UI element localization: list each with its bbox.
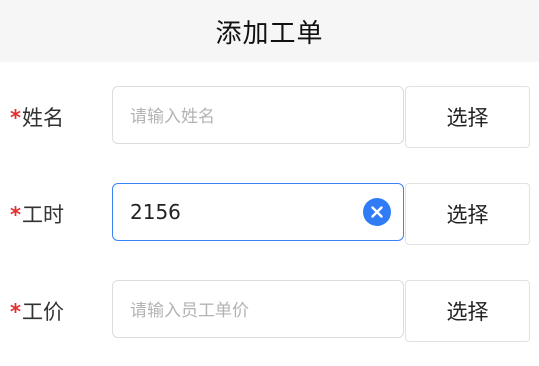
required-mark: * — [10, 300, 21, 324]
name-input[interactable] — [130, 87, 391, 143]
required-mark: * — [10, 106, 21, 130]
name-label-text: 姓名 — [21, 106, 64, 130]
form-row-hours: *工时 选择 — [0, 183, 539, 245]
hours-label: *工时 — [10, 199, 64, 229]
page-title: 添加工单 — [215, 18, 324, 49]
hours-label-text: 工时 — [21, 203, 64, 227]
clear-circle-icon[interactable] — [363, 198, 391, 226]
name-select-button[interactable]: 选择 — [405, 86, 530, 148]
hours-input[interactable] — [130, 184, 363, 240]
price-field-box — [112, 280, 404, 338]
name-field-box — [112, 86, 404, 144]
hours-select-button[interactable]: 选择 — [405, 183, 530, 245]
clear-x-glyph — [371, 206, 383, 218]
page-header: 添加工单 — [0, 0, 539, 62]
form-row-name: *姓名 选择 — [0, 86, 539, 148]
form-row-price: *工价 选择 — [0, 280, 539, 342]
price-label: *工价 — [10, 296, 64, 326]
price-label-text: 工价 — [21, 300, 64, 324]
name-label: *姓名 — [10, 102, 64, 132]
hours-field-box — [112, 183, 404, 241]
required-mark: * — [10, 203, 21, 227]
price-select-button[interactable]: 选择 — [405, 280, 530, 342]
price-input[interactable] — [130, 281, 391, 337]
